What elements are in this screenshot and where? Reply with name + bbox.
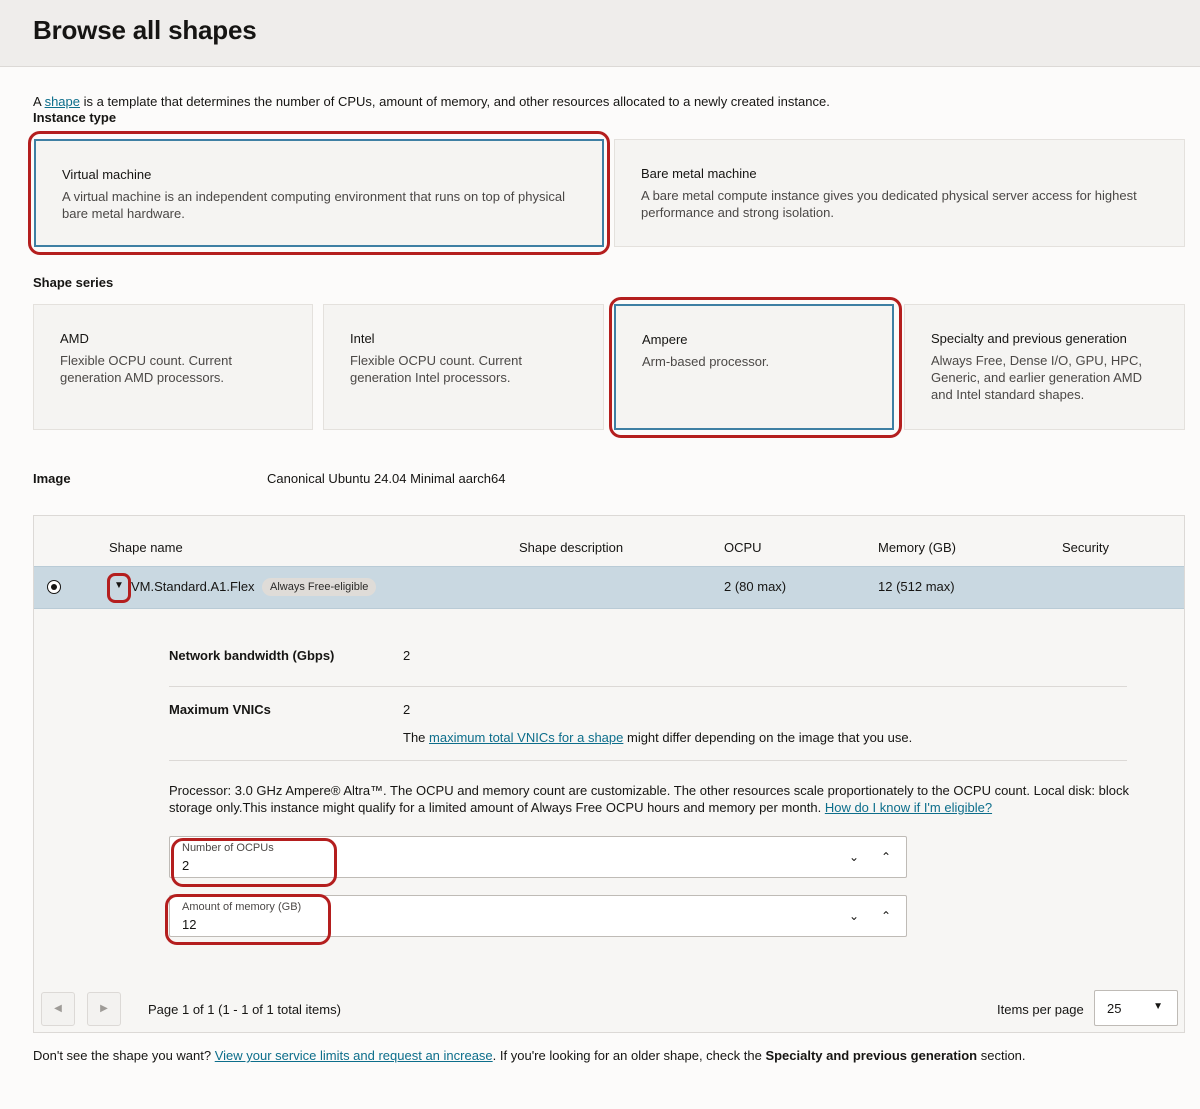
items-per-page-label: Items per page xyxy=(997,1002,1084,1017)
instance-type-virtual-machine[interactable]: Virtual machine A virtual machine is an … xyxy=(34,139,604,247)
page-title: Browse all shapes xyxy=(33,15,257,45)
card-title: AMD xyxy=(60,331,89,346)
column-header-ocpu[interactable]: OCPU xyxy=(724,540,762,555)
chevron-down-icon[interactable]: ⌄ xyxy=(844,906,864,926)
shape-series-amd[interactable]: AMD Flexible OCPU count. Current generat… xyxy=(33,304,313,430)
shape-series-ampere[interactable]: Ampere Arm-based processor. xyxy=(614,304,894,430)
processor-description: Processor: 3.0 GHz Ampere® Altra™. The O… xyxy=(169,783,1129,815)
ocpu-count-stepper[interactable]: Number of OCPUs 2 ⌄ ⌃ xyxy=(169,836,907,878)
memory-cell: 12 (512 max) xyxy=(878,579,955,594)
divider xyxy=(169,686,1127,687)
next-page-button[interactable]: ▶ xyxy=(87,992,121,1026)
chevron-up-icon[interactable]: ⌃ xyxy=(876,847,896,867)
card-description: Always Free, Dense I/O, GPU, HPC, Generi… xyxy=(931,353,1143,402)
chevron-up-icon[interactable]: ⌃ xyxy=(876,906,896,926)
ocpu-cell: 2 (80 max) xyxy=(724,579,787,594)
chevron-down-icon[interactable]: ⌄ xyxy=(844,847,864,867)
card-title: Ampere xyxy=(642,332,688,347)
shapes-table: Shape name Shape description OCPU Memory… xyxy=(33,515,1185,1033)
card-title: Bare metal machine xyxy=(641,166,757,181)
field-value[interactable]: 12 xyxy=(182,917,196,932)
field-label: Amount of memory (GB) xyxy=(182,901,302,913)
column-header-shape-name[interactable]: Shape name xyxy=(109,540,183,555)
eligibility-link[interactable]: How do I know if I'm eligible? xyxy=(825,800,992,815)
card-description: Flexible OCPU count. Current generation … xyxy=(350,353,522,385)
shape-name-cell: VM.Standard.A1.Flex xyxy=(131,579,255,594)
always-free-badge: Always Free-eligible xyxy=(262,578,377,596)
column-header-security[interactable]: Security xyxy=(1062,540,1109,555)
chevron-down-icon: ▼ xyxy=(1153,1001,1163,1012)
maximum-vnics-link[interactable]: maximum total VNICs for a shape xyxy=(429,730,623,745)
shape-link[interactable]: shape xyxy=(45,94,80,109)
network-bandwidth-value: 2 xyxy=(403,648,411,663)
select-value: 25 xyxy=(1107,1001,1122,1016)
memory-amount-stepper[interactable]: Amount of memory (GB) 12 ⌄ ⌃ xyxy=(169,895,907,937)
shape-series-label: Shape series xyxy=(33,275,114,290)
vnics-note: The maximum total VNICs for a shape migh… xyxy=(403,730,913,745)
instance-type-label: Instance type xyxy=(33,110,117,125)
maximum-vnics-label: Maximum VNICs xyxy=(169,702,271,717)
card-title: Specialty and previous generation xyxy=(931,331,1127,346)
divider xyxy=(169,760,1127,761)
card-description: Arm-based processor. xyxy=(642,354,770,369)
pagination-status: Page 1 of 1 (1 - 1 of 1 total items) xyxy=(148,1002,341,1017)
previous-page-button[interactable]: ◀ xyxy=(41,992,75,1026)
intro-text: A shape is a template that determines th… xyxy=(33,94,830,109)
network-bandwidth-label: Network bandwidth (Gbps) xyxy=(169,648,335,663)
instance-type-bare-metal[interactable]: Bare metal machine A bare metal compute … xyxy=(614,139,1185,247)
field-label: Number of OCPUs xyxy=(182,842,274,854)
expand-caret-icon[interactable]: ▼ xyxy=(114,580,124,591)
items-per-page-select[interactable]: 25 ▼ xyxy=(1094,990,1178,1026)
maximum-vnics-value: 2 xyxy=(403,702,411,717)
shape-series-intel[interactable]: Intel Flexible OCPU count. Current gener… xyxy=(323,304,604,430)
table-header: Shape name Shape description OCPU Memory… xyxy=(34,516,1184,566)
card-description: A bare metal compute instance gives you … xyxy=(641,188,1137,220)
card-description: Flexible OCPU count. Current generation … xyxy=(60,353,232,385)
table-row[interactable]: ▼ VM.Standard.A1.Flex Always Free-eligib… xyxy=(34,566,1184,609)
shape-series-specialty[interactable]: Specialty and previous generation Always… xyxy=(904,304,1185,430)
page-header: Browse all shapes xyxy=(0,0,1200,67)
card-title: Virtual machine xyxy=(62,167,152,182)
footer-text: Don't see the shape you want? View your … xyxy=(33,1048,1026,1063)
image-label: Image xyxy=(33,471,71,486)
column-header-memory[interactable]: Memory (GB) xyxy=(878,540,956,555)
column-header-shape-description[interactable]: Shape description xyxy=(519,540,623,555)
card-description: A virtual machine is an independent comp… xyxy=(62,189,565,221)
image-value: Canonical Ubuntu 24.04 Minimal aarch64 xyxy=(267,471,506,486)
service-limits-link[interactable]: View your service limits and request an … xyxy=(215,1048,493,1063)
row-radio-button[interactable] xyxy=(47,580,61,594)
card-title: Intel xyxy=(350,331,375,346)
field-value[interactable]: 2 xyxy=(182,858,189,873)
